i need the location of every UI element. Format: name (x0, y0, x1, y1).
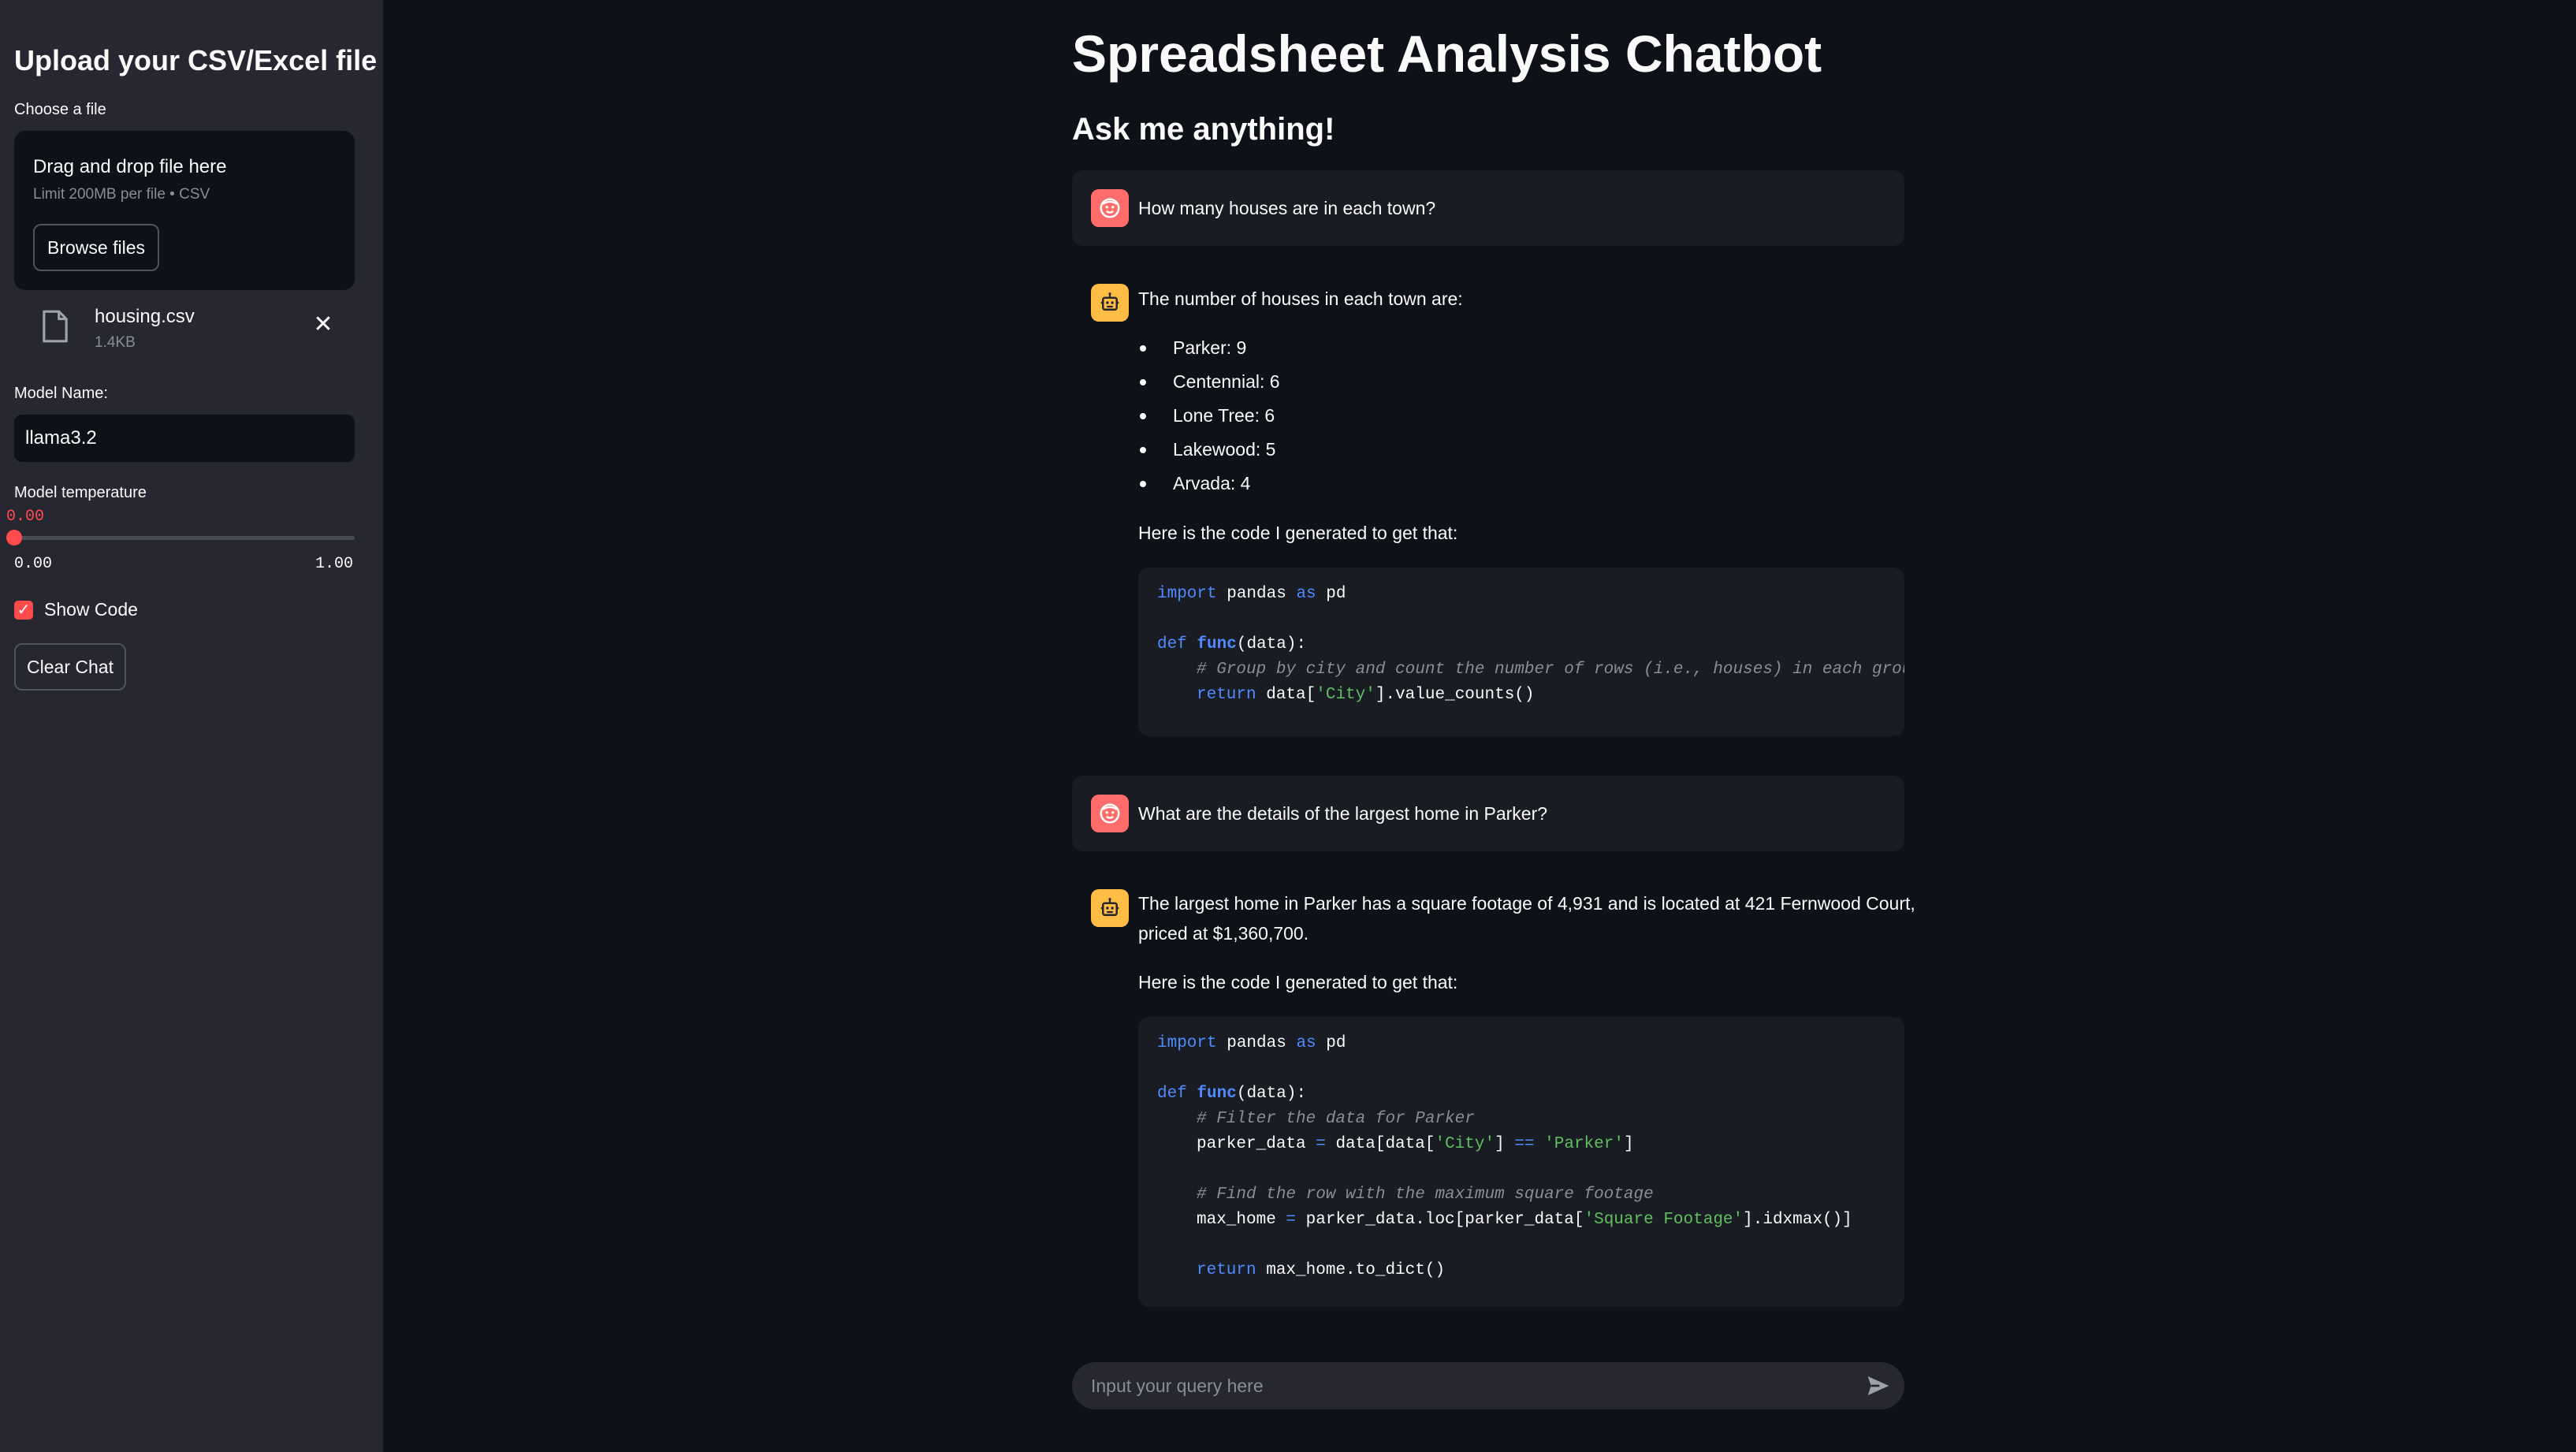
assistant-message-text-line2: priced at $1,360,700. (1138, 923, 1309, 944)
assistant-message-text-line1: The largest home in Parker has a square … (1138, 893, 1915, 914)
code-line: import pandas as pd (1157, 585, 1346, 603)
dropzone-limit: Limit 200MB per file • CSV (33, 186, 210, 203)
code-intro-text: Here is the code I generated to get that… (1138, 972, 1458, 992)
chat-input[interactable] (1091, 1362, 1848, 1409)
face-icon (1091, 795, 1129, 832)
temperature-value: 0.00 (6, 508, 45, 526)
chat-input-bar (1072, 1362, 1904, 1409)
message-text: What are the details of the largest home… (1138, 803, 1548, 824)
show-code-checkbox[interactable]: ✓ (14, 601, 33, 620)
remove-file-button[interactable]: ✕ (312, 311, 334, 337)
browse-files-button[interactable]: Browse files (33, 224, 159, 271)
list-item: Lone Tree: 6 (1138, 399, 1280, 433)
robot-icon (1091, 889, 1129, 927)
check-icon: ✓ (17, 601, 31, 619)
code-line: import pandas as pd (1157, 1034, 1346, 1052)
sidebar-title: Upload your CSV/Excel file (14, 44, 378, 76)
model-name-input[interactable] (14, 415, 355, 462)
robot-icon (1091, 284, 1129, 322)
close-icon: ✕ (313, 311, 333, 337)
file-uploader-label: Choose a file (14, 101, 106, 118)
code-line: return max_home.to_dict() (1197, 1261, 1446, 1279)
model-name-label: Model Name: (14, 385, 108, 402)
temperature-label: Model temperature (14, 484, 147, 501)
chat-message-user: How many houses are in each town? (1072, 170, 1904, 246)
code-block[interactable]: import pandas as pd def func(data): # Fi… (1138, 1017, 1904, 1307)
page-title: Spreadsheet Analysis Chatbot (1072, 24, 1822, 83)
list-item: Parker: 9 (1138, 331, 1280, 365)
code-comment: # Find the row with the maximum square f… (1197, 1186, 1654, 1204)
list-item: Lakewood: 5 (1138, 433, 1280, 467)
assistant-message-text: The number of houses in each town are: (1138, 289, 1463, 309)
town-count-list: Parker: 9 Centennial: 6 Lone Tree: 6 Lak… (1138, 331, 1280, 501)
code-block[interactable]: import pandas as pd def func(data): # Gr… (1138, 568, 1904, 736)
face-icon (1091, 189, 1129, 227)
message-text: How many houses are in each town? (1138, 198, 1436, 218)
chat-message-user: What are the details of the largest home… (1072, 776, 1904, 851)
code-line: parker_data = data[data['City'] == 'Park… (1197, 1135, 1634, 1153)
code-intro-text: Here is the code I generated to get that… (1138, 523, 1458, 543)
file-icon (43, 310, 68, 343)
dropzone-title: Drag and drop file here (33, 156, 227, 177)
page-subtitle: Ask me anything! (1072, 112, 1335, 147)
sidebar: Upload your CSV/Excel file Choose a file… (0, 0, 383, 1452)
list-item: Centennial: 6 (1138, 365, 1280, 399)
uploaded-file-name: housing.csv (95, 306, 195, 327)
code-line: max_home = parker_data.loc[parker_data['… (1197, 1211, 1852, 1229)
slider-thumb[interactable] (6, 530, 22, 545)
temperature-slider[interactable] (6, 530, 355, 545)
send-icon[interactable] (1865, 1373, 1892, 1398)
temperature-max: 1.00 (315, 555, 354, 573)
uploaded-file-size: 1.4KB (95, 334, 136, 351)
temperature-min: 0.00 (14, 555, 53, 573)
code-comment: # Group by city and count the number of … (1197, 661, 1904, 679)
show-code-label[interactable]: Show Code (44, 599, 138, 620)
code-line: def func(data): (1157, 1085, 1307, 1103)
list-item: Arvada: 4 (1138, 467, 1280, 501)
file-dropzone[interactable]: Drag and drop file here Limit 200MB per … (14, 131, 355, 290)
clear-chat-button[interactable]: Clear Chat (14, 643, 126, 691)
code-comment: # Filter the data for Parker (1197, 1110, 1475, 1128)
code-line: return data['City'].value_counts() (1197, 686, 1535, 704)
code-line: def func(data): (1157, 635, 1307, 653)
